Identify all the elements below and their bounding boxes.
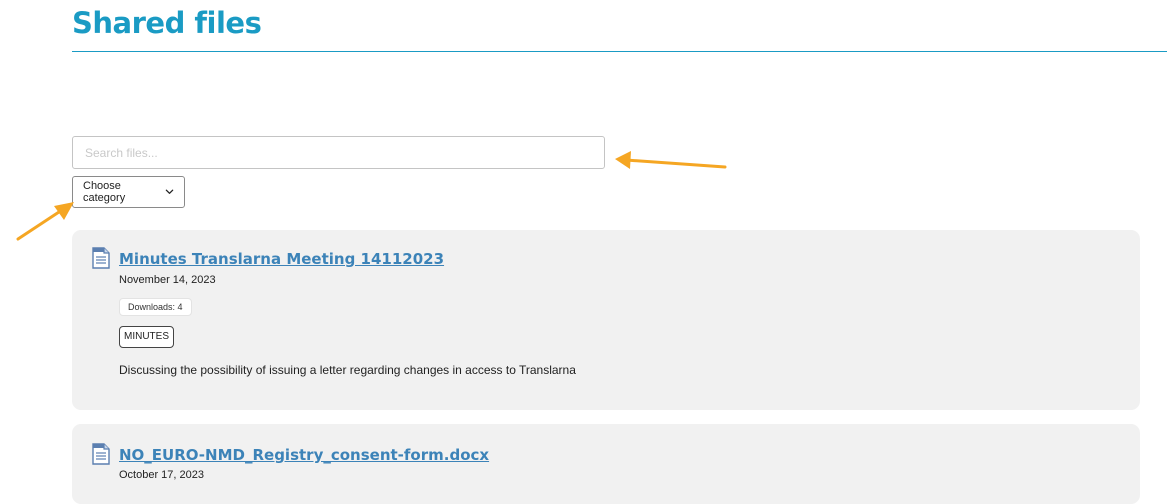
page-title: Shared files: [72, 6, 262, 40]
document-icon: [92, 443, 110, 465]
title-divider: [72, 51, 1167, 52]
category-tag[interactable]: MINUTES: [119, 326, 174, 348]
downloads-badge: Downloads: 4: [119, 298, 192, 316]
annotation-arrow-category: [16, 202, 74, 241]
file-date: November 14, 2023: [119, 274, 216, 286]
chevron-down-icon: [165, 189, 174, 194]
file-description: Discussing the possibility of issuing a …: [119, 363, 576, 377]
file-card: NO_EURO-NMD_Registry_consent-form.docx O…: [72, 424, 1140, 504]
file-date: October 17, 2023: [119, 469, 205, 481]
document-icon: [92, 247, 110, 269]
annotation-arrow-search: [615, 151, 727, 169]
file-card: Minutes Translarna Meeting 14112023 Nove…: [72, 230, 1140, 410]
file-title-link[interactable]: Minutes Translarna Meeting 14112023: [119, 250, 444, 268]
search-input[interactable]: [72, 136, 605, 169]
category-dropdown[interactable]: Choose category: [72, 176, 185, 208]
category-dropdown-label: Choose category: [83, 180, 126, 204]
file-title-link[interactable]: NO_EURO-NMD_Registry_consent-form.docx: [119, 446, 489, 464]
